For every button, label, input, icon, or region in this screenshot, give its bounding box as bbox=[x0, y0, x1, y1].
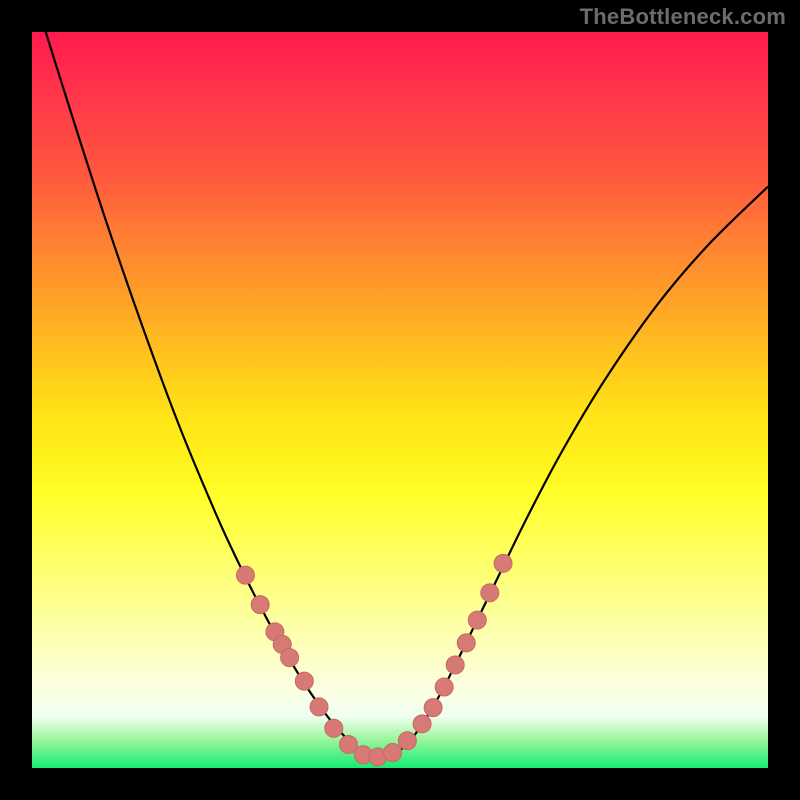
watermark-text: TheBottleneck.com bbox=[580, 4, 786, 30]
data-point bbox=[435, 678, 453, 696]
data-point bbox=[468, 611, 486, 629]
curve-layer bbox=[32, 32, 768, 768]
data-point bbox=[325, 719, 343, 737]
data-point bbox=[446, 656, 464, 674]
plot-area bbox=[32, 32, 768, 768]
data-point bbox=[481, 584, 499, 602]
data-point bbox=[295, 672, 313, 690]
data-points bbox=[236, 554, 512, 766]
data-point bbox=[494, 554, 512, 572]
data-point bbox=[398, 732, 416, 750]
data-point bbox=[236, 566, 254, 584]
data-point bbox=[251, 596, 269, 614]
data-point bbox=[457, 634, 475, 652]
data-point bbox=[413, 715, 431, 733]
data-point bbox=[424, 699, 442, 717]
data-point bbox=[310, 698, 328, 716]
bottleneck-curve bbox=[32, 32, 768, 758]
data-point bbox=[281, 649, 299, 667]
chart-frame: TheBottleneck.com bbox=[0, 0, 800, 800]
data-point bbox=[384, 744, 402, 762]
